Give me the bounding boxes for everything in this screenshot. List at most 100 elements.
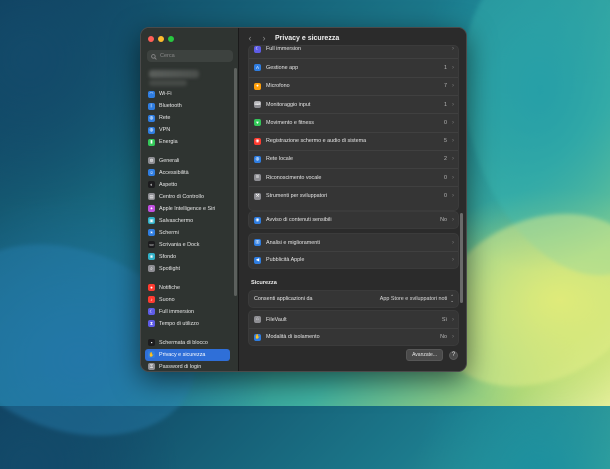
sensitive-content-group: ◉ Avviso di contenuti sensibili No › [248, 211, 459, 229]
sidebar-item-tempo-di-utilizzo[interactable]: ⧗ Tempo di utilizzo [145, 318, 230, 330]
sidebar-item-label: Apple Intelligence e Siri [159, 205, 216, 212]
screensaver-icon: ▣ [148, 217, 155, 225]
gear-icon: ⚙ [148, 157, 155, 165]
battery-icon: ▮ [148, 138, 155, 146]
sidebar-item-label: Centro di Controllo [159, 193, 204, 200]
row-label: Analisi e miglioramenti [266, 239, 320, 246]
row-value: 0 [444, 174, 447, 181]
chevron-right-icon: › [452, 156, 454, 163]
advanced-button[interactable]: Avanzate... [406, 349, 443, 361]
appearance-icon: ◐ [148, 181, 155, 189]
sidebar-item-rete[interactable]: ◍ Rete [145, 113, 230, 125]
settings-row[interactable]: ⌂ FileVault Sì › [249, 311, 458, 328]
main-scrollbar[interactable] [460, 213, 463, 303]
sidebar-item-scrivania-e-dock[interactable]: ▭ Scrivania e Dock [145, 239, 230, 251]
sidebar-item-apple-intelligence-e-siri[interactable]: ✦ Apple Intelligence e Siri [145, 203, 230, 215]
settings-row[interactable]: ☾ Full immersion › [249, 40, 458, 58]
chevron-right-icon: › [452, 64, 454, 71]
search-input[interactable] [160, 53, 230, 59]
settings-row[interactable]: ◍ Rete locale 2 › [249, 149, 458, 168]
row-label: FileVault [266, 316, 287, 323]
settings-row[interactable]: A Gestione app 1 › [249, 58, 458, 76]
sidebar-item-label: Schermi [159, 229, 179, 236]
accessibility-icon: ☺ [148, 169, 155, 177]
analysis-group: ▥ Analisi e miglioramenti › ◀ Pubblicità App… [248, 233, 459, 269]
record-icon: ◉ [254, 137, 261, 145]
filevault-icon: ⌂ [254, 316, 261, 323]
close-button[interactable] [148, 36, 154, 42]
sidebar-item-bluetooth[interactable]: ᛒ Bluetooth [145, 101, 230, 113]
sidebar-item-sfondo[interactable]: ❀ Sfondo [145, 251, 230, 263]
row-value: 0 [444, 119, 447, 126]
row-value: 7 [444, 83, 447, 90]
sidebar-item-schermata-di-blocco[interactable]: ▪ Schermata di blocco [145, 337, 230, 349]
sidebar-item-suono[interactable]: ♪ Suono [145, 294, 230, 306]
spotlight-icon: ⌕ [148, 265, 155, 273]
settings-row[interactable]: ≋ Riconoscimento vocale 0 › [249, 168, 458, 186]
sidebar: ◠ Wi-Fi ᛒ Bluetooth ◍ Rete ◍ VPN ▮ Energia ⚙ Genera… [141, 28, 239, 371]
settings-row[interactable]: ⚒ Strumenti per sviluppatori 0 › [249, 186, 458, 204]
hand-icon: ✋ [148, 351, 155, 359]
allow-apps-popup[interactable]: App Store e sviluppatori noti ⌃ ⌄ [380, 293, 454, 304]
sidebar-item-label: Suono [159, 296, 175, 303]
sidebar-item-accessibilit[interactable]: ☺ Accessibilità [145, 167, 230, 179]
search-box[interactable] [147, 50, 233, 62]
settings-row[interactable]: ● Microfono 7 › [249, 76, 458, 95]
sidebar-item-energia[interactable]: ▮ Energia [145, 137, 230, 149]
bluetooth-icon: ᛒ [148, 102, 155, 110]
sidebar-item-schermi[interactable]: ☀ Schermi [145, 227, 230, 239]
chevron-right-icon: › [452, 83, 454, 90]
siri-icon: ✦ [148, 205, 155, 213]
settings-row[interactable]: ✋ Modalità di isolamento No › [249, 328, 458, 345]
zoom-button[interactable] [168, 36, 174, 42]
sidebar-item-label: Bluetooth [159, 103, 182, 110]
settings-row[interactable]: ♥ Movimento e fitness 0 › [249, 113, 458, 131]
network-icon: ◍ [254, 155, 261, 163]
sidebar-item-aspetto[interactable]: ◐ Aspetto [145, 179, 230, 191]
chevron-right-icon: › [452, 334, 454, 340]
chevron-right-icon: › [452, 316, 454, 323]
sidebar-item-label: Salvaschermo [159, 217, 194, 224]
sidebar-item-label: Scrivania e Dock [159, 241, 200, 248]
app-store-icon: A [254, 64, 261, 72]
fitness-icon: ♥ [254, 119, 261, 127]
sidebar-item-privacy-e-sicurezza[interactable]: ✋ Privacy e sicurezza [145, 349, 230, 361]
sidebar-item-vpn[interactable]: ◍ VPN [145, 125, 230, 137]
popup-arrows-icon: ⌃ ⌄ [450, 293, 454, 303]
account-avatar-blurred[interactable] [149, 70, 199, 78]
key-icon: ⚿ [148, 363, 155, 371]
dock-icon: ▭ [148, 241, 155, 249]
section-title-security: Sicurezza [251, 280, 277, 286]
sidebar-item-salvaschermo[interactable]: ▣ Salvaschermo [145, 215, 230, 227]
minimize-button[interactable] [158, 36, 164, 42]
row-value: No [440, 217, 447, 223]
chevron-right-icon: › [452, 138, 454, 145]
sidebar-item-label: Aspetto [159, 181, 178, 188]
sidebar-item-centro-di-controllo[interactable]: ▤ Centro di Controllo [145, 191, 230, 203]
row-value: 5 [444, 138, 447, 145]
settings-row[interactable]: ◉ Registrazione schermo e audio di sistem… [249, 131, 458, 150]
sidebar-item-generali[interactable]: ⚙ Generali [145, 155, 230, 167]
row-label: Movimento e fitness [266, 119, 314, 126]
settings-row[interactable]: ⌨ Monitoraggio input 1 › [249, 94, 458, 113]
chevron-right-icon: › [452, 46, 454, 53]
sidebar-item-spotlight[interactable]: ⌕ Spotlight [145, 263, 230, 275]
sidebar-item-notifiche[interactable]: ● Notifiche [145, 282, 230, 294]
chevron-right-icon: › [452, 174, 454, 181]
sidebar-item-full-immersion[interactable]: ☾ Full immersion [145, 306, 230, 318]
hourglass-icon: ⧗ [148, 320, 155, 328]
sidebar-item-password-di-login[interactable]: ⚿ Password di login [145, 361, 230, 371]
display-icon: ☀ [148, 229, 155, 237]
sidebar-scrollbar[interactable] [234, 68, 237, 296]
settings-window: ◠ Wi-Fi ᛒ Bluetooth ◍ Rete ◍ VPN ▮ Energia ⚙ Genera… [140, 27, 467, 372]
row-value: 0 [444, 193, 447, 200]
sidebar-item-label: Spotlight [159, 265, 180, 272]
globe-icon: ◍ [148, 114, 155, 122]
settings-row[interactable]: ◀ Pubblicità Apple › [249, 251, 458, 268]
security-group: ⌂ FileVault Sì › ✋ Modalità di isolamento No › [248, 310, 459, 346]
sidebar-item-label: Generali [159, 157, 180, 164]
help-button[interactable]: ? [449, 350, 458, 360]
settings-row[interactable]: ▥ Analisi e miglioramenti › [249, 234, 458, 251]
sensitive-content-row[interactable]: ◉ Avviso di contenuti sensibili No › [249, 212, 458, 228]
sidebar-item-wi-fi[interactable]: ◠ Wi-Fi [145, 89, 230, 101]
